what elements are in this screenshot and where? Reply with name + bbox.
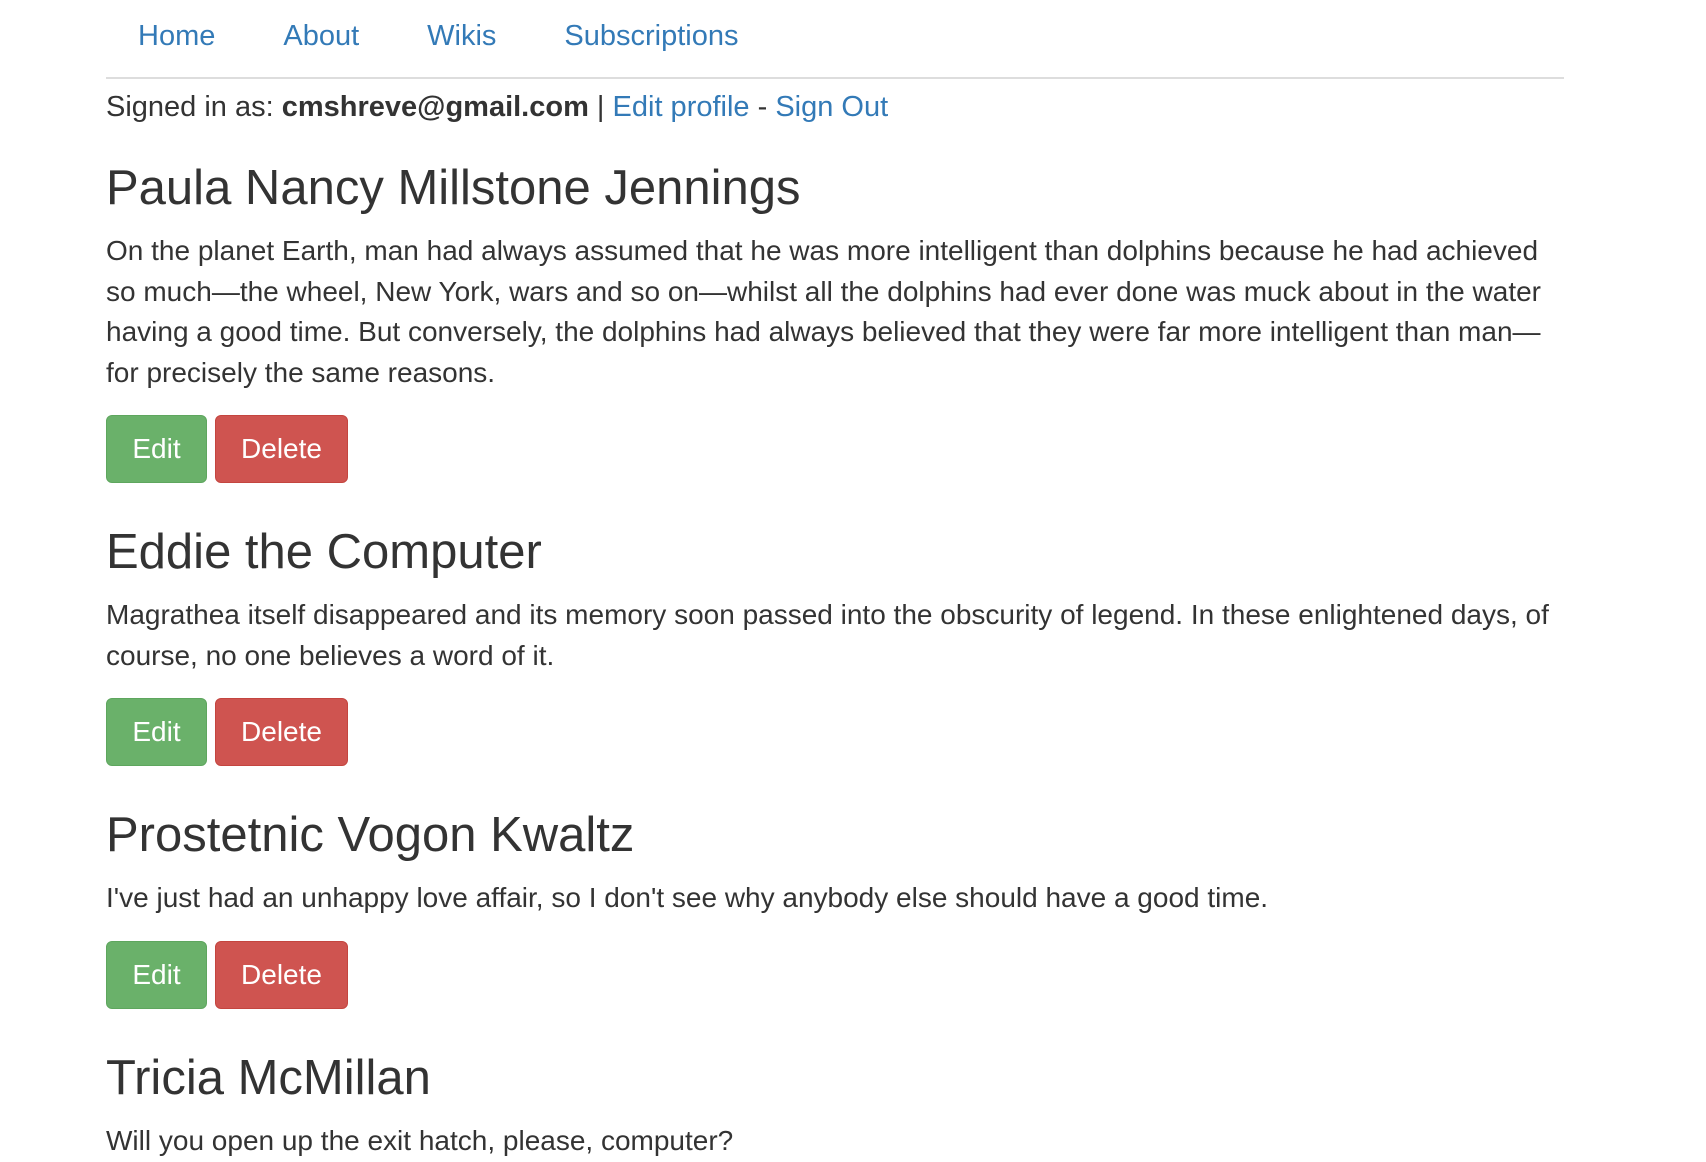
wiki-entry: Prostetnic Vogon Kwaltz I've just had an…	[106, 804, 1564, 1009]
entry-actions: Edit Delete	[106, 415, 1564, 483]
wiki-entry: Tricia McMillan Will you open up the exi…	[106, 1047, 1564, 1162]
entry-actions: Edit Delete	[106, 940, 1564, 1009]
sign-out-link[interactable]: Sign Out	[775, 91, 888, 123]
signed-in-prefix: Signed in as:	[106, 91, 282, 123]
nav-about-link[interactable]: About	[283, 20, 359, 57]
delete-button[interactable]: Delete	[215, 940, 348, 1009]
user-email: cmshreve@gmail.com	[281, 91, 589, 123]
entry-body: Will you open up the exit hatch, please,…	[106, 1125, 734, 1156]
wiki-entry: Paula Nancy Millstone Jennings On the pl…	[106, 157, 1564, 483]
signed-in-bar: Signed in as: cmshreve@gmail.com | Edit …	[106, 85, 1564, 129]
delete-button[interactable]: Delete	[215, 698, 348, 766]
edit-button[interactable]: Edit	[106, 415, 207, 483]
session-dash: -	[749, 91, 776, 123]
top-nav: Home About Wikis Subscriptions	[106, 0, 1564, 79]
entry-title: Prostetnic Vogon Kwaltz	[106, 808, 635, 862]
session-separator: |	[588, 91, 613, 123]
entry-title: Paula Nancy Millstone Jennings	[106, 161, 801, 215]
nav-home-link[interactable]: Home	[138, 20, 215, 57]
page-container: Home About Wikis Subscriptions Signed in…	[106, 0, 1564, 1156]
entry-body: I've just had an unhappy love affair, so…	[106, 882, 1269, 913]
nav-wikis-link[interactable]: Wikis	[427, 20, 496, 57]
entry-body: Magrathea itself disappeared and its mem…	[106, 599, 1549, 671]
wiki-entry: Eddie the Computer Magrathea itself disa…	[106, 521, 1564, 766]
entry-title: Tricia McMillan	[106, 1051, 431, 1105]
entry-body: On the planet Earth, man had always assu…	[106, 235, 1541, 388]
entry-actions: Edit Delete	[106, 698, 1564, 766]
nav-subscriptions-link[interactable]: Subscriptions	[564, 20, 738, 57]
entry-title: Eddie the Computer	[106, 525, 542, 579]
delete-button[interactable]: Delete	[215, 415, 348, 483]
edit-button[interactable]: Edit	[106, 698, 207, 766]
edit-button[interactable]: Edit	[106, 940, 207, 1009]
edit-profile-link[interactable]: Edit profile	[613, 91, 750, 123]
